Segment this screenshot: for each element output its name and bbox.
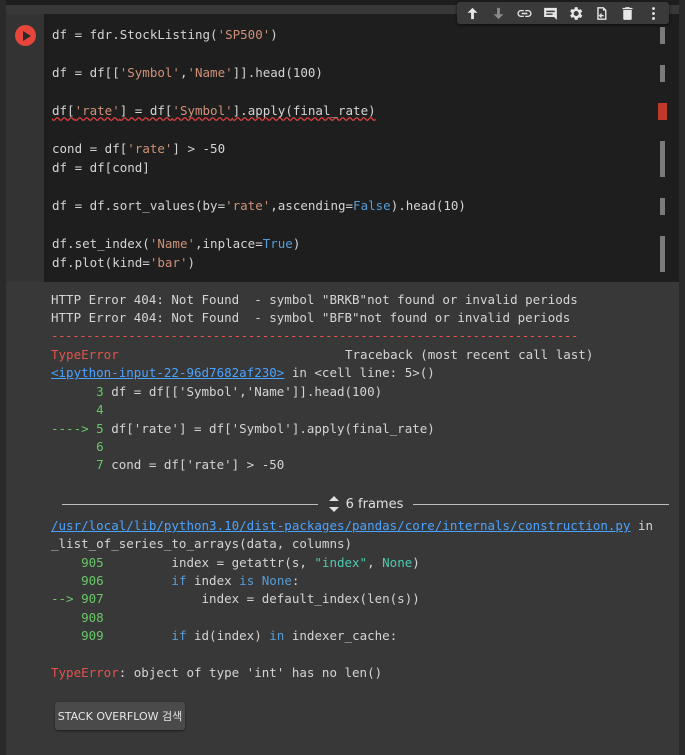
traceback-line: 6 — [51, 439, 104, 454]
code-line: df.set_index('Name',inplace=True) — [52, 236, 301, 251]
code-line: cond = df['rate'] > -50 — [52, 141, 226, 156]
traceback-file: /usr/local/lib/python3.10/dist-packages/… — [51, 518, 654, 533]
expand-frames-toggle[interactable]: 6 frames — [62, 494, 670, 514]
overview-ruler-mark — [660, 65, 665, 82]
output-line: HTTP Error 404: Not Found - symbol "BRKB… — [51, 292, 578, 307]
traceback-line: 905 index = getattr(s, "index", None) — [51, 555, 420, 570]
comment-icon[interactable] — [539, 2, 561, 24]
code-line: df.plot(kind='bar') — [52, 255, 196, 270]
error-message: TypeError: object of type 'int' has no l… — [51, 665, 383, 680]
traceback-line: 908 — [51, 610, 104, 625]
run-cell-button[interactable] — [15, 25, 36, 46]
arrow-up-icon[interactable] — [462, 2, 484, 24]
frames-rule-left — [62, 503, 318, 505]
traceback-line: 4 — [51, 402, 104, 417]
traceback-separator: ----------------------------------------… — [51, 328, 578, 343]
overview-ruler-mark — [660, 27, 665, 44]
ipython-input-link[interactable]: <ipython-input-22-96d7682af230> — [51, 365, 284, 380]
traceback-line: 3 df = df[['Symbol','Name']].head(100) — [51, 384, 383, 399]
stack-overflow-search-button[interactable]: STACK OVERFLOW 검색 — [55, 702, 185, 730]
arrow-down-icon[interactable] — [488, 2, 510, 24]
gear-icon[interactable] — [565, 2, 587, 24]
cell-gutter — [6, 14, 44, 282]
link-icon[interactable] — [513, 2, 535, 24]
code-line: df = df.sort_values(by='rate',ascending=… — [52, 198, 466, 213]
construction-py-link[interactable]: /usr/local/lib/python3.10/dist-packages/… — [51, 518, 630, 533]
code-line: df = df[['Symbol','Name']].head(100) — [52, 65, 323, 80]
play-icon — [22, 30, 31, 41]
code-line-error: df['rate'] = df['Symbol'].apply(final_ra… — [52, 103, 376, 118]
mirror-cell-icon[interactable] — [591, 2, 613, 24]
traceback-line: 7 cond = df['rate'] > -50 — [51, 457, 285, 472]
unfold-icon — [328, 496, 339, 512]
frames-rule-right — [413, 503, 670, 505]
right-border — [679, 0, 685, 755]
overview-ruler-mark — [660, 236, 665, 272]
traceback-function: _list_of_series_to_arrays(data, columns) — [51, 536, 353, 551]
traceback-line: 906 if index is None: — [51, 573, 300, 588]
traceback-header: TypeError Traceback (most recent call las… — [51, 347, 594, 362]
traceback-line: 909 if id(index) in indexer_cache: — [51, 628, 398, 643]
code-line: df = fdr.StockListing('SP500') — [52, 27, 278, 42]
trash-icon[interactable] — [616, 2, 638, 24]
cell-toolbar — [457, 2, 669, 24]
code-editor[interactable]: df = fdr.StockListing('SP500') df = df[[… — [44, 14, 679, 282]
frames-label: 6 frames — [318, 495, 414, 513]
code-line: df = df[cond] — [52, 160, 150, 175]
more-vert-icon[interactable] — [642, 2, 664, 24]
overview-ruler-error-mark — [658, 103, 667, 120]
output-line: HTTP Error 404: Not Found - symbol "BFB"… — [51, 310, 571, 325]
traceback-line-current: ----> 5 df['rate'] = df['Symbol'].apply(… — [51, 421, 435, 436]
overview-ruler-mark — [660, 141, 665, 177]
overview-ruler-mark — [660, 198, 665, 215]
traceback-location: <ipython-input-22-96d7682af230> in <cell… — [51, 365, 435, 380]
traceback-line-current: --> 907 index = default_index(len(s)) — [51, 591, 420, 606]
